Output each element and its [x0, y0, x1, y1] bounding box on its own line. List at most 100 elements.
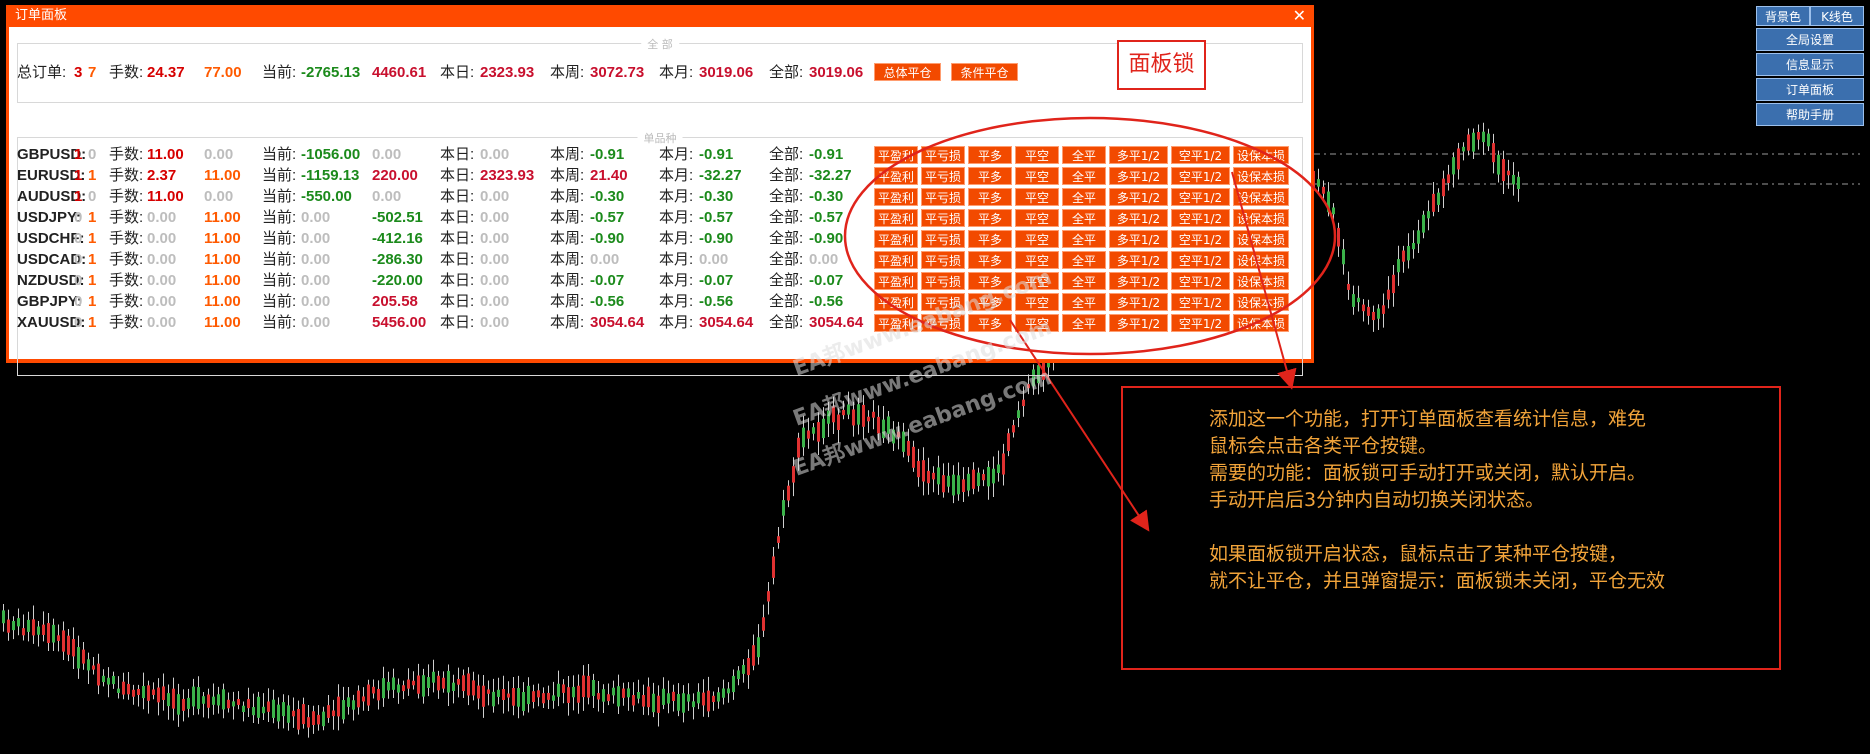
sell-lots: 11.00 [204, 314, 241, 331]
action-button[interactable]: 设保本损 [1233, 230, 1289, 248]
action-button[interactable]: 平盈利 [874, 272, 918, 290]
sell-lots: 11.00 [204, 272, 241, 289]
k-color-button[interactable]: K线色 [1810, 6, 1864, 26]
action-button[interactable]: 平盈利 [874, 146, 918, 164]
action-button[interactable]: 平亏损 [921, 146, 965, 164]
candle-body [22, 628, 25, 636]
action-button[interactable]: 空平1/2 [1171, 314, 1230, 332]
buy-count: 0 [74, 230, 83, 247]
lots-label: 手数: [109, 188, 144, 205]
action-button[interactable]: 空平1/2 [1171, 167, 1230, 185]
action-button[interactable]: 设保本损 [1233, 209, 1289, 227]
action-button[interactable]: 设保本损 [1233, 167, 1289, 185]
close-icon[interactable]: ✕ [1293, 5, 1306, 27]
candle-body [362, 696, 365, 702]
action-button[interactable]: 平盈利 [874, 167, 918, 185]
action-button[interactable]: 多平1/2 [1109, 230, 1168, 248]
action-button[interactable]: 空平1/2 [1171, 230, 1230, 248]
action-button[interactable]: 空平1/2 [1171, 188, 1230, 206]
action-button[interactable]: 平多 [968, 209, 1012, 227]
action-button[interactable]: 设保本损 [1233, 146, 1289, 164]
action-button[interactable]: 多平1/2 [1109, 293, 1168, 311]
order-panel-button[interactable]: 订单面板 [1756, 78, 1864, 101]
buy-lots: 0.00 [147, 230, 177, 247]
action-button[interactable]: 平多 [968, 251, 1012, 269]
candle-body [82, 649, 85, 664]
action-button[interactable]: 全平 [1062, 146, 1106, 164]
lots-label: 手数: [109, 167, 144, 184]
action-button[interactable]: 全平 [1062, 230, 1106, 248]
day-value: 0.00 [480, 251, 510, 268]
action-button[interactable]: 多平1/2 [1109, 188, 1168, 206]
action-button[interactable]: 空平1/2 [1171, 293, 1230, 311]
action-button[interactable]: 全平 [1062, 272, 1106, 290]
action-button[interactable]: 设保本损 [1233, 251, 1289, 269]
current-buy: -550.00 [301, 188, 352, 205]
month-value: 3054.64 [699, 314, 754, 331]
action-button[interactable]: 平空 [1015, 188, 1059, 206]
all-value: -0.57 [809, 209, 844, 226]
action-button[interactable]: 平多 [968, 188, 1012, 206]
action-button[interactable]: 设保本损 [1233, 314, 1289, 332]
action-button[interactable]: 平空 [1015, 209, 1059, 227]
action-button[interactable]: 全平 [1062, 167, 1106, 185]
candle-body [482, 685, 485, 707]
action-button[interactable]: 平亏损 [921, 251, 965, 269]
buy-count: 0 [74, 272, 83, 289]
action-button[interactable]: 平多 [968, 230, 1012, 248]
count-b: 7 [88, 64, 97, 81]
action-button[interactable]: 平空 [1015, 167, 1059, 185]
action-button[interactable]: 设保本损 [1233, 272, 1289, 290]
help-manual-button[interactable]: 帮助手册 [1756, 103, 1864, 126]
action-button[interactable]: 平亏损 [921, 167, 965, 185]
month-value: -32.27 [699, 167, 742, 184]
action-button[interactable]: 平亏损 [921, 188, 965, 206]
action-button[interactable]: 平多 [968, 146, 1012, 164]
candle-body [127, 683, 130, 695]
action-button[interactable]: 平空 [1015, 230, 1059, 248]
candle-body [437, 675, 440, 691]
action-button[interactable]: 平多 [968, 167, 1012, 185]
candle-body [1397, 259, 1400, 273]
action-button[interactable]: 空平1/2 [1171, 146, 1230, 164]
info-display-button[interactable]: 信息显示 [1756, 53, 1864, 76]
action-button[interactable]: 全平 [1062, 209, 1106, 227]
action-button[interactable]: 设保本损 [1233, 293, 1289, 311]
action-button[interactable]: 平盈利 [874, 188, 918, 206]
action-button[interactable]: 空平1/2 [1171, 251, 1230, 269]
action-button[interactable]: 空平1/2 [1171, 209, 1230, 227]
conditional-close-button[interactable]: 条件平仓 [951, 63, 1018, 81]
candle-body [497, 689, 500, 697]
action-button[interactable]: 多平1/2 [1109, 314, 1168, 332]
action-button[interactable]: 多平1/2 [1109, 209, 1168, 227]
month-label: 本月: [659, 188, 694, 205]
lots-label: 手数: [109, 209, 144, 226]
action-button[interactable]: 平盈利 [874, 230, 918, 248]
candle-body [957, 475, 960, 495]
action-button[interactable]: 空平1/2 [1171, 272, 1230, 290]
action-button[interactable]: 平亏损 [921, 230, 965, 248]
action-button[interactable]: 多平1/2 [1109, 272, 1168, 290]
symbol-name: GBPJPY: [17, 293, 82, 310]
action-button[interactable]: 多平1/2 [1109, 167, 1168, 185]
action-button[interactable]: 多平1/2 [1109, 251, 1168, 269]
action-button[interactable]: 平亏损 [921, 209, 965, 227]
action-button[interactable]: 全平 [1062, 251, 1106, 269]
buy-lots: 11.00 [147, 188, 184, 205]
panel-titlebar[interactable]: 订单面板 ✕ [6, 5, 1314, 27]
candle-body [922, 460, 925, 482]
global-settings-button[interactable]: 全局设置 [1756, 28, 1864, 51]
action-button[interactable]: 多平1/2 [1109, 146, 1168, 164]
action-button[interactable]: 设保本损 [1233, 188, 1289, 206]
candle-body [1452, 157, 1455, 175]
action-button[interactable]: 平亏损 [921, 272, 965, 290]
action-button[interactable]: 平空 [1015, 146, 1059, 164]
close-all-button[interactable]: 总体平仓 [874, 63, 941, 81]
bg-color-button[interactable]: 背景色 [1756, 6, 1810, 26]
action-button[interactable]: 平盈利 [874, 209, 918, 227]
candle-body [737, 670, 740, 680]
action-button[interactable]: 平盈利 [874, 251, 918, 269]
action-button[interactable]: 全平 [1062, 293, 1106, 311]
action-button[interactable]: 全平 [1062, 188, 1106, 206]
action-button[interactable]: 全平 [1062, 314, 1106, 332]
